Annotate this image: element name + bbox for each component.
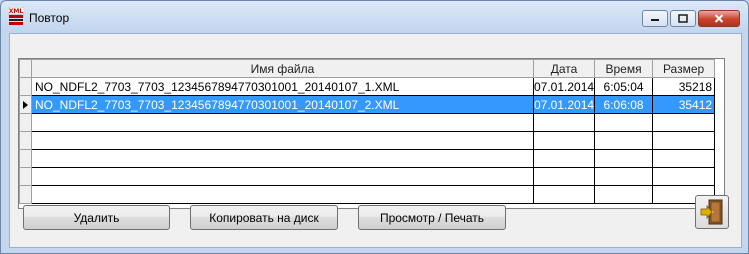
minimize-icon — [651, 18, 659, 21]
cell-time[interactable]: 6:05:04 — [594, 77, 654, 96]
empty-row[interactable] — [19, 149, 716, 168]
cell-filename[interactable]: NO_NDFL2_7703_7703_1234567894770301001_2… — [31, 77, 534, 96]
minimize-button[interactable] — [642, 10, 668, 27]
table-row[interactable]: NO_NDFL2_7703_7703_1234567894770301001_2… — [19, 77, 716, 96]
client-area: Имя файла Дата Время Размер NO_NDFL2_770… — [9, 33, 742, 248]
copy-to-disk-button[interactable]: Копировать на диск — [190, 205, 338, 230]
scrollbar-track[interactable] — [724, 76, 725, 191]
delete-button[interactable]: Удалить — [23, 205, 170, 230]
exit-button[interactable] — [695, 195, 729, 229]
cell-date[interactable]: 07.01.2014 — [532, 77, 596, 96]
files-grid[interactable]: Имя файла Дата Время Размер NO_NDFL2_770… — [18, 58, 725, 209]
column-header-size[interactable]: Размер — [652, 59, 716, 78]
scrollbar-thumb[interactable] — [724, 76, 725, 144]
cell-size[interactable]: 35218 — [652, 77, 716, 96]
row-indicator-header — [19, 59, 32, 78]
row-indicator-current[interactable] — [19, 95, 32, 114]
exit-door-icon — [700, 199, 723, 225]
window-title: Повтор — [29, 11, 70, 25]
cell-date[interactable]: 07.01.2014 — [532, 95, 596, 114]
vertical-scrollbar[interactable] — [724, 59, 725, 208]
files-table: Имя файла Дата Время Размер NO_NDFL2_770… — [19, 59, 716, 204]
column-header-filename[interactable]: Имя файла — [31, 59, 534, 78]
main-window: XML Повтор Имя файла Дата Время Размер N… — [0, 0, 749, 254]
empty-row[interactable] — [19, 113, 716, 132]
column-header-time[interactable]: Время — [594, 59, 654, 78]
xml-file-icon: XML — [8, 7, 24, 25]
cell-size[interactable]: 35412 — [652, 95, 716, 114]
empty-row[interactable] — [19, 131, 716, 150]
view-print-button[interactable]: Просмотр / Печать — [358, 205, 506, 230]
current-row-arrow-icon — [23, 101, 28, 109]
cell-time[interactable]: 6:06:08 — [594, 95, 654, 114]
maximize-button[interactable] — [670, 10, 696, 27]
svg-text:XML: XML — [9, 8, 24, 15]
scroll-up-button[interactable] — [724, 59, 725, 76]
cell-filename[interactable]: NO_NDFL2_7703_7703_1234567894770301001_2… — [31, 95, 534, 114]
grid-header-row: Имя файла Дата Время Размер — [19, 59, 716, 78]
table-row-selected[interactable]: NO_NDFL2_7703_7703_1234567894770301001_2… — [19, 95, 716, 114]
maximize-icon — [678, 14, 688, 23]
column-header-date[interactable]: Дата — [532, 59, 596, 78]
row-indicator[interactable] — [19, 77, 32, 96]
close-icon — [714, 14, 724, 23]
empty-row[interactable] — [19, 167, 716, 186]
empty-row[interactable] — [19, 185, 716, 204]
title-bar[interactable]: XML Повтор — [1, 1, 748, 33]
close-button[interactable] — [698, 10, 740, 27]
